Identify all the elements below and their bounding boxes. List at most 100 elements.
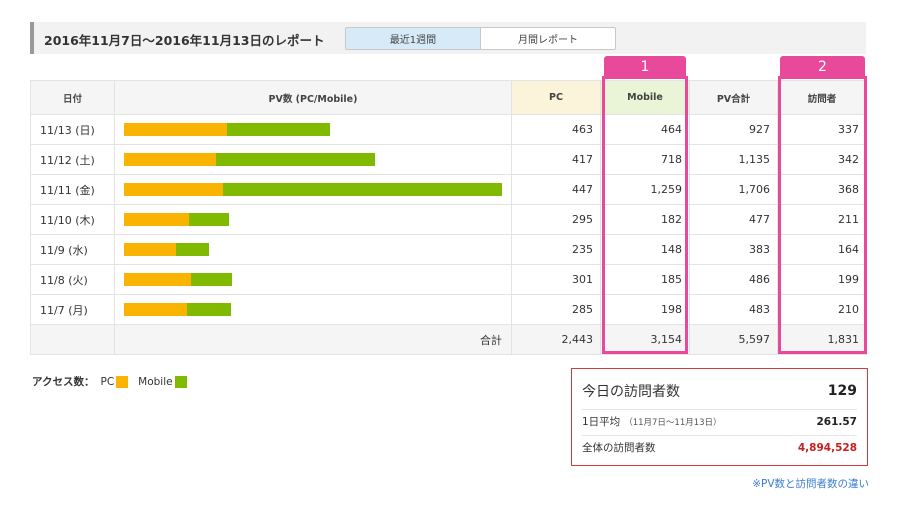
table-row: 11/9 (水) 235 148 383 164 <box>30 234 867 265</box>
table-row: 11/13 (日) 463 464 927 337 <box>30 114 867 145</box>
header-pv-bar: PV数 (PC/Mobile) <box>114 80 512 115</box>
row-pv-total: 477 <box>689 204 778 235</box>
bar-mobile-segment <box>216 153 375 166</box>
header-pc: PC <box>511 80 601 115</box>
pv-stacked-bar <box>124 243 511 256</box>
legend-pc-label: PC <box>100 375 115 388</box>
row-pc: 301 <box>511 264 601 295</box>
row-pv-bar <box>114 174 512 205</box>
totals-label: 合計 <box>114 324 512 355</box>
total-visitors-label: 全体の訪問者数 <box>582 442 656 454</box>
row-pv-total: 486 <box>689 264 778 295</box>
totals-mobile: 3,154 <box>600 324 690 355</box>
table-row: 11/8 (火) 301 185 486 199 <box>30 264 867 295</box>
row-pc: 235 <box>511 234 601 265</box>
row-pv-bar <box>114 234 512 265</box>
row-pv-bar <box>114 114 512 145</box>
bar-pc-segment <box>124 273 191 286</box>
header-date: 日付 <box>30 80 115 115</box>
today-visitors-label: 今日の訪問者数 <box>582 384 680 400</box>
row-mobile: 1,259 <box>600 174 690 205</box>
header-pv-total: PV合計 <box>689 80 778 115</box>
pv-stacked-bar <box>124 303 511 316</box>
row-date: 11/12 (土) <box>30 144 115 175</box>
row-mobile: 182 <box>600 204 690 235</box>
bar-mobile-segment <box>191 273 232 286</box>
row-pv-total: 383 <box>689 234 778 265</box>
report-header: 2016年11月7日〜2016年11月13日のレポート 最近1週間 月間レポート <box>30 22 866 54</box>
bar-mobile-segment <box>227 123 330 136</box>
row-pv-total: 927 <box>689 114 778 145</box>
daily-average-label-group: 1日平均 （11月7日〜11月13日） <box>582 414 722 429</box>
tab-recent-week[interactable]: 最近1週間 <box>345 27 481 50</box>
bar-mobile-segment <box>176 243 209 256</box>
bar-pc-segment <box>124 213 189 226</box>
highlight-badge-2: 2 <box>780 56 865 78</box>
header-visitors: 訪問者 <box>777 80 867 115</box>
row-pc: 417 <box>511 144 601 175</box>
bar-mobile-segment <box>187 303 231 316</box>
highlight-badge-1: 1 <box>604 56 686 78</box>
header-mobile: Mobile <box>600 80 690 115</box>
row-date: 11/11 (金) <box>30 174 115 205</box>
legend-title: アクセス数： <box>32 376 95 388</box>
access-legend: アクセス数： PC Mobile <box>32 374 197 389</box>
totals-row: 合計 2,443 3,154 5,597 1,831 <box>30 324 867 355</box>
row-date: 11/7 (月) <box>30 294 115 325</box>
tab-monthly-report[interactable]: 月間レポート <box>480 27 616 50</box>
row-date: 11/10 (木) <box>30 204 115 235</box>
pv-stacked-bar <box>124 153 511 166</box>
legend-mobile-swatch <box>174 375 187 388</box>
row-mobile: 185 <box>600 264 690 295</box>
report-title: 2016年11月7日〜2016年11月13日のレポート <box>44 33 325 48</box>
table-row: 11/11 (金) 447 1,259 1,706 368 <box>30 174 867 205</box>
row-mobile: 148 <box>600 234 690 265</box>
today-visitors-value: 129 <box>827 383 857 399</box>
row-pv-total: 1,706 <box>689 174 778 205</box>
table-row: 11/7 (月) 285 198 483 210 <box>30 294 867 325</box>
row-pv-total: 1,135 <box>689 144 778 175</box>
row-pc: 285 <box>511 294 601 325</box>
bar-mobile-segment <box>223 183 502 196</box>
row-mobile: 718 <box>600 144 690 175</box>
legend-pc-swatch <box>116 375 129 388</box>
totals-pv: 5,597 <box>689 324 778 355</box>
legend-mobile-label: Mobile <box>138 375 173 388</box>
pv-stacked-bar <box>124 273 511 286</box>
pv-stacked-bar <box>124 213 511 226</box>
row-mobile: 464 <box>600 114 690 145</box>
row-visitors: 164 <box>777 234 867 265</box>
totals-visitors: 1,831 <box>777 324 867 355</box>
row-mobile: 198 <box>600 294 690 325</box>
row-pc: 447 <box>511 174 601 205</box>
bar-pc-segment <box>124 183 223 196</box>
total-visitors-value: 4,894,528 <box>797 441 857 454</box>
row-date: 11/9 (水) <box>30 234 115 265</box>
row-date: 11/8 (火) <box>30 264 115 295</box>
row-visitors: 368 <box>777 174 867 205</box>
row-pv-bar <box>114 294 512 325</box>
row-pv-bar <box>114 264 512 295</box>
table-header-row: 日付 PV数 (PC/Mobile) PC Mobile PV合計 訪問者 <box>30 80 867 115</box>
bar-pc-segment <box>124 153 216 166</box>
row-visitors: 337 <box>777 114 867 145</box>
row-visitors: 342 <box>777 144 867 175</box>
bar-mobile-segment <box>189 213 229 226</box>
row-visitors: 210 <box>777 294 867 325</box>
daily-average-label: 1日平均 <box>582 416 621 428</box>
row-pv-bar <box>114 204 512 235</box>
pv-visitors-difference-link[interactable]: ※PV数と訪問者数の違い <box>752 476 869 491</box>
pv-report-table: 日付 PV数 (PC/Mobile) PC Mobile PV合計 訪問者 11… <box>30 80 867 355</box>
pv-stacked-bar <box>124 123 511 136</box>
visitor-summary-box: 今日の訪問者数 129 1日平均 （11月7日〜11月13日） 261.57 全体… <box>571 368 868 466</box>
daily-average-value: 261.57 <box>816 415 857 428</box>
row-pv-total: 483 <box>689 294 778 325</box>
row-visitors: 199 <box>777 264 867 295</box>
daily-average-range: （11月7日〜11月13日） <box>624 418 722 428</box>
total-visitors-row: 全体の訪問者数 4,894,528 <box>582 435 857 459</box>
row-date: 11/13 (日) <box>30 114 115 145</box>
bar-pc-segment <box>124 243 176 256</box>
row-pv-bar <box>114 144 512 175</box>
row-visitors: 211 <box>777 204 867 235</box>
daily-average-row: 1日平均 （11月7日〜11月13日） 261.57 <box>582 409 857 433</box>
